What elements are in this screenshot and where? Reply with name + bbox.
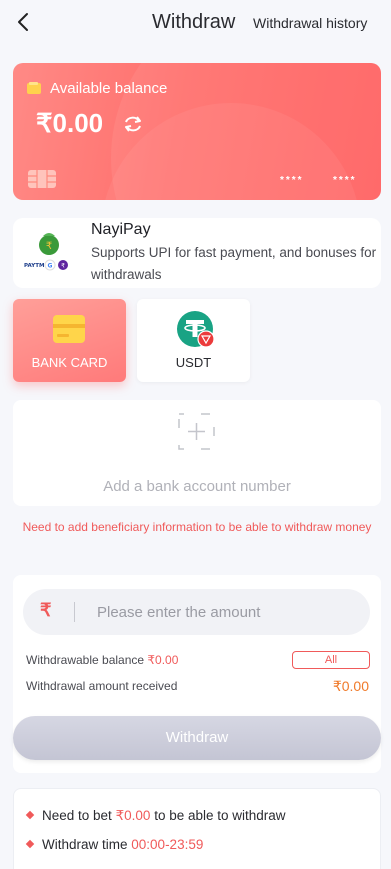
card-chip-icon: [28, 170, 56, 188]
withdraw-button[interactable]: Withdraw: [13, 716, 381, 760]
withdrawable-balance-value: ₹0.00: [147, 653, 179, 667]
bank-card-icon: [53, 315, 85, 343]
add-bank-account-label: Add a bank account number: [103, 478, 291, 495]
balance-card: Available balance ₹0.00 **** ****: [13, 63, 381, 200]
header: Withdraw Withdrawal history: [0, 0, 391, 46]
paytm-logo-text: PAYTM: [24, 263, 44, 269]
add-icon: [178, 413, 215, 450]
bullet-icon: [25, 839, 35, 849]
svg-text:G: G: [48, 263, 53, 270]
svg-text:₹: ₹: [61, 263, 65, 270]
rule-text: to be able to withdraw: [150, 808, 286, 823]
rule-time-value: 00:00-23:59: [131, 837, 204, 852]
amount-received-value: ₹0.00: [332, 678, 369, 694]
nayipay-option[interactable]: ₹ PAYTM G ₹ NayiPay Supports UPI for fas…: [13, 218, 381, 288]
back-arrow-icon[interactable]: [12, 10, 36, 34]
rule-text: Need to bet: [42, 808, 116, 823]
card-number-mask: ****: [333, 175, 357, 186]
withdrawable-balance-row: Withdrawable balance ₹0.00: [26, 653, 178, 667]
input-divider: [74, 602, 75, 622]
tab-usdt-label: USDT: [175, 355, 212, 370]
beneficiary-warning: Need to add beneficiary information to b…: [22, 520, 372, 534]
bullet-icon: [25, 810, 35, 820]
page-title: Withdraw: [152, 11, 236, 33]
add-bank-account-button[interactable]: Add a bank account number: [13, 400, 381, 506]
available-balance-label: Available balance: [50, 80, 168, 97]
amount-input-wrapper: ₹: [23, 589, 370, 635]
rule-bet-amount: ₹0.00: [115, 808, 151, 823]
svg-text:₹: ₹: [46, 241, 52, 252]
rule-withdraw-time: Withdraw time 00:00-23:59: [25, 837, 204, 852]
all-button[interactable]: All: [292, 651, 370, 669]
amount-panel: ₹ Withdrawable balance ₹0.00 All Withdra…: [13, 575, 381, 773]
rule-bet-requirement: Need to bet ₹0.00 to be able to withdraw: [25, 808, 286, 824]
withdrawal-history-link[interactable]: Withdrawal history: [253, 15, 367, 31]
rules-panel: Need to bet ₹0.00 to be able to withdraw…: [13, 788, 381, 869]
nayipay-title: NayiPay: [91, 221, 151, 238]
rule-text: Withdraw time: [42, 837, 132, 852]
nayipay-description: Supports UPI for fast payment, and bonus…: [91, 245, 377, 282]
tab-bank-card-label: BANK CARD: [31, 355, 108, 370]
tether-icon: [177, 311, 214, 348]
nayipay-logo-icon: ₹ PAYTM G ₹: [24, 233, 68, 271]
withdrawable-balance-label: Withdrawable balance: [26, 653, 148, 667]
refresh-icon[interactable]: [122, 114, 144, 134]
rupee-icon: ₹: [40, 600, 52, 620]
tab-usdt[interactable]: USDT: [137, 299, 250, 382]
amount-received-label: Withdrawal amount received: [26, 679, 178, 693]
tab-bank-card[interactable]: BANK CARD: [13, 299, 126, 382]
available-balance-amount: ₹0.00: [36, 108, 104, 138]
card-number-mask: ****: [280, 175, 304, 186]
wallet-icon: [27, 82, 41, 94]
amount-input[interactable]: [97, 589, 357, 635]
